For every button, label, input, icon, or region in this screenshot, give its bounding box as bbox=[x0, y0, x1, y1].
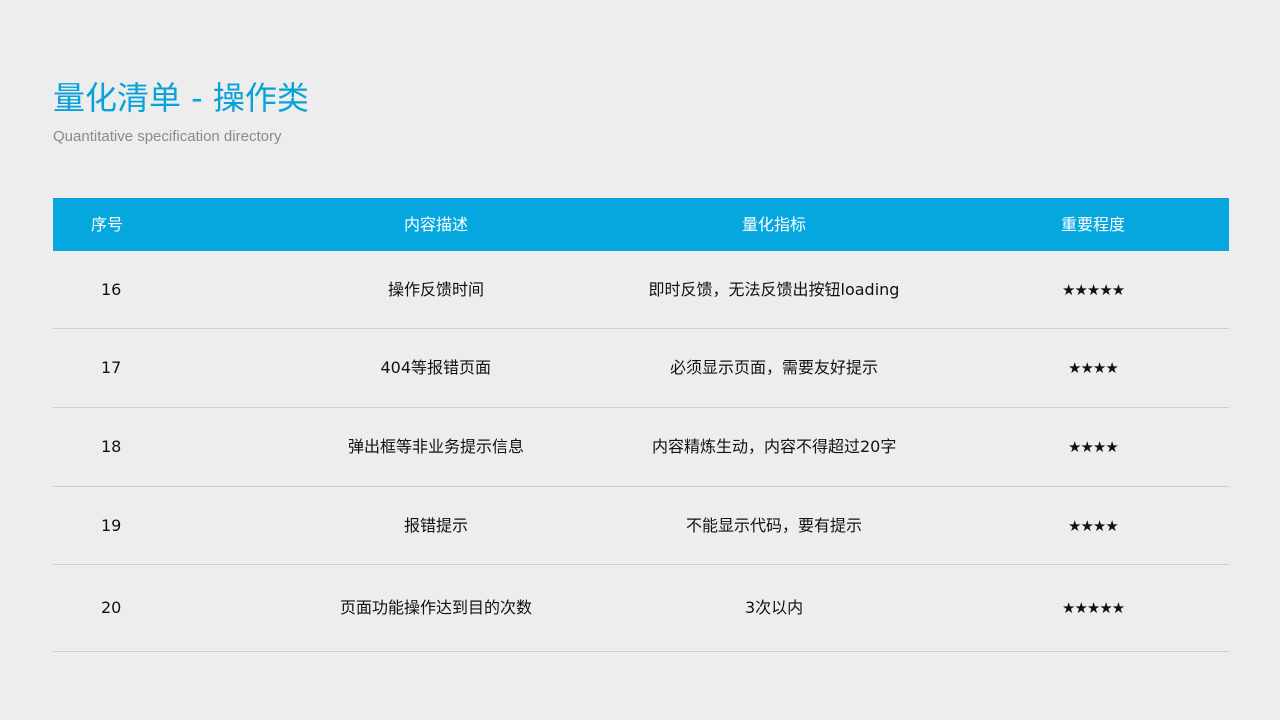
row-description: 操作反馈时间 bbox=[388, 279, 485, 299]
page-title: 量化清单 - 操作类 bbox=[53, 79, 309, 117]
row-description: 报错提示 bbox=[404, 515, 469, 535]
table-row: 17 404等报错页面 必须显示页面，需要友好提示 ★★★★ bbox=[53, 329, 1229, 408]
header-description: 内容描述 bbox=[404, 214, 469, 234]
table-row: 19 报错提示 不能显示代码，要有提示 ★★★★ bbox=[53, 487, 1229, 565]
table-row: 16 操作反馈时间 即时反馈，无法反馈出按钮loading ★★★★★ bbox=[53, 251, 1229, 329]
row-importance-stars: ★★★★★ bbox=[1062, 599, 1125, 617]
header-no: 序号 bbox=[91, 214, 124, 234]
row-description: 弹出框等非业务提示信息 bbox=[348, 437, 525, 456]
row-importance-stars: ★★★★ bbox=[1068, 359, 1119, 377]
table-row: 18 弹出框等非业务提示信息 内容精炼生动，内容不得超过20字 ★★★★ bbox=[53, 408, 1229, 487]
row-metric: 不能显示代码，要有提示 bbox=[686, 515, 863, 535]
row-metric: 即时反馈，无法反馈出按钮loading bbox=[648, 279, 900, 299]
row-no: 16 bbox=[101, 279, 122, 299]
row-metric: 内容精炼生动，内容不得超过20字 bbox=[652, 437, 897, 456]
row-description: 页面功能操作达到目的次数 bbox=[340, 598, 533, 617]
page-subtitle: Quantitative specification directory bbox=[53, 128, 282, 145]
table-row: 20 页面功能操作达到目的次数 3次以内 ★★★★★ bbox=[53, 565, 1229, 652]
row-importance-stars: ★★★★ bbox=[1068, 516, 1119, 535]
row-importance-stars: ★★★★★ bbox=[1062, 280, 1125, 299]
table-header: 序号 内容描述 量化指标 重要程度 bbox=[53, 198, 1229, 251]
row-description: 404等报错页面 bbox=[380, 358, 492, 377]
row-no: 19 bbox=[101, 515, 122, 535]
header-importance: 重要程度 bbox=[1061, 214, 1126, 234]
row-metric: 3次以内 bbox=[745, 598, 804, 617]
spec-table: 序号 内容描述 量化指标 重要程度 16 操作反馈时间 即时反馈，无法反馈出按钮… bbox=[53, 198, 1229, 652]
row-no: 18 bbox=[101, 437, 122, 456]
header-metric: 量化指标 bbox=[742, 214, 807, 234]
row-metric: 必须显示页面，需要友好提示 bbox=[670, 358, 879, 377]
row-no: 17 bbox=[101, 358, 122, 377]
row-no: 20 bbox=[101, 598, 122, 617]
row-importance-stars: ★★★★ bbox=[1068, 438, 1119, 456]
